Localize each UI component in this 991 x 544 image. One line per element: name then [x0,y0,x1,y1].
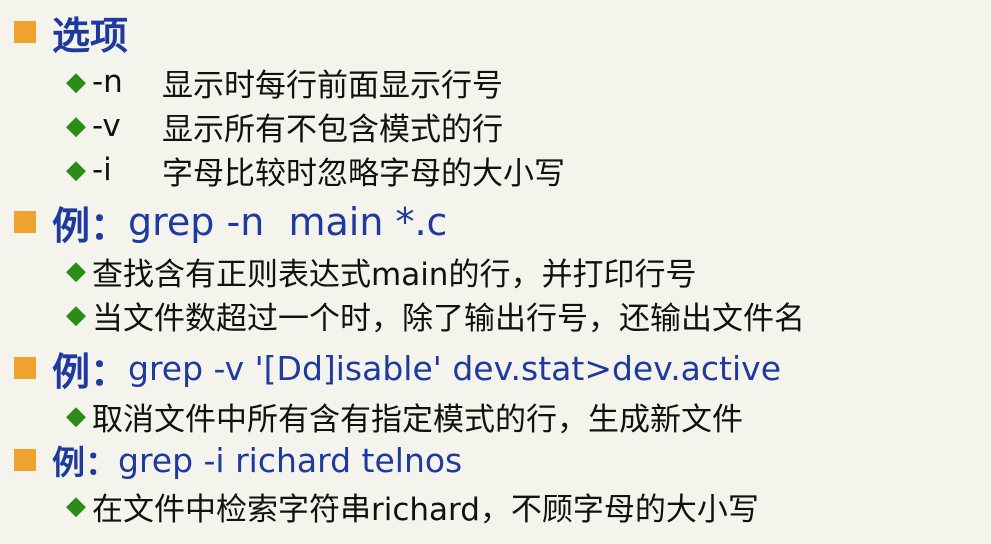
option-flag: -n [92,64,123,100]
example2-note-1: ◆ 取消文件中所有含有指定模式的行，生成新文件 [66,396,743,438]
orange-square-bullet-icon [14,21,36,43]
example-label: 例： [52,349,129,394]
option-desc: 字母比较时忽略字母的大小写 [162,155,565,192]
example1-note-2: ◆ 当文件数超过一个时，除了输出行号，还输出文件名 [66,295,805,337]
example2-row: 例： grep -v '[Dd]isable' dev.stat>dev.act… [14,345,781,394]
options-heading: 选项 [52,13,129,58]
green-diamond-bullet-icon: ◆ [66,491,86,521]
slide: 选项 ◆ -n 显示时每行前面显示行号 ◆ -v 显示所有不包含模式的行 ◆ -… [0,0,991,544]
option-item-i: ◆ -i 字母比较时忽略字母的大小写 [66,150,565,192]
options-heading-row: 选项 [14,10,128,58]
example1-row: 例： grep -n main *.c [14,198,448,248]
green-diamond-bullet-icon: ◆ [66,111,86,141]
option-item-v: ◆ -v 显示所有不包含模式的行 [66,106,503,148]
green-diamond-bullet-icon: ◆ [66,67,86,97]
example-label: 例： [52,443,118,482]
green-diamond-bullet-icon: ◆ [66,401,86,431]
example-command: grep -v '[Dd]isable' dev.stat>dev.active [128,348,781,388]
example3-row: 例： grep -i richard telnos [14,437,462,483]
example-note: 当文件数超过一个时，除了输出行号，还输出文件名 [92,300,805,337]
example-command: grep -i richard telnos [118,440,463,480]
green-diamond-bullet-icon: ◆ [66,155,86,185]
example-note: 取消文件中所有含有指定模式的行，生成新文件 [92,401,743,438]
orange-square-bullet-icon [14,357,36,379]
orange-square-bullet-icon [14,211,36,233]
option-item-n: ◆ -n 显示时每行前面显示行号 [66,62,503,104]
example1-note-1: ◆ 查找含有正则表达式main的行，并打印行号 [66,251,697,293]
option-desc: 显示时每行前面显示行号 [162,67,503,104]
example-command: grep -n main *.c [128,200,448,244]
option-flag: -i [92,152,112,188]
example-note: 查找含有正则表达式main的行，并打印行号 [92,256,697,293]
example-label: 例： [52,203,129,248]
orange-square-bullet-icon [14,449,36,471]
option-desc: 显示所有不包含模式的行 [162,111,503,148]
option-flag: -v [92,108,121,144]
example3-note-1: ◆ 在文件中检索字符串richard，不顾字母的大小写 [66,486,759,528]
green-diamond-bullet-icon: ◆ [66,256,86,286]
green-diamond-bullet-icon: ◆ [66,300,86,330]
example-note: 在文件中检索字符串richard，不顾字母的大小写 [92,491,759,528]
